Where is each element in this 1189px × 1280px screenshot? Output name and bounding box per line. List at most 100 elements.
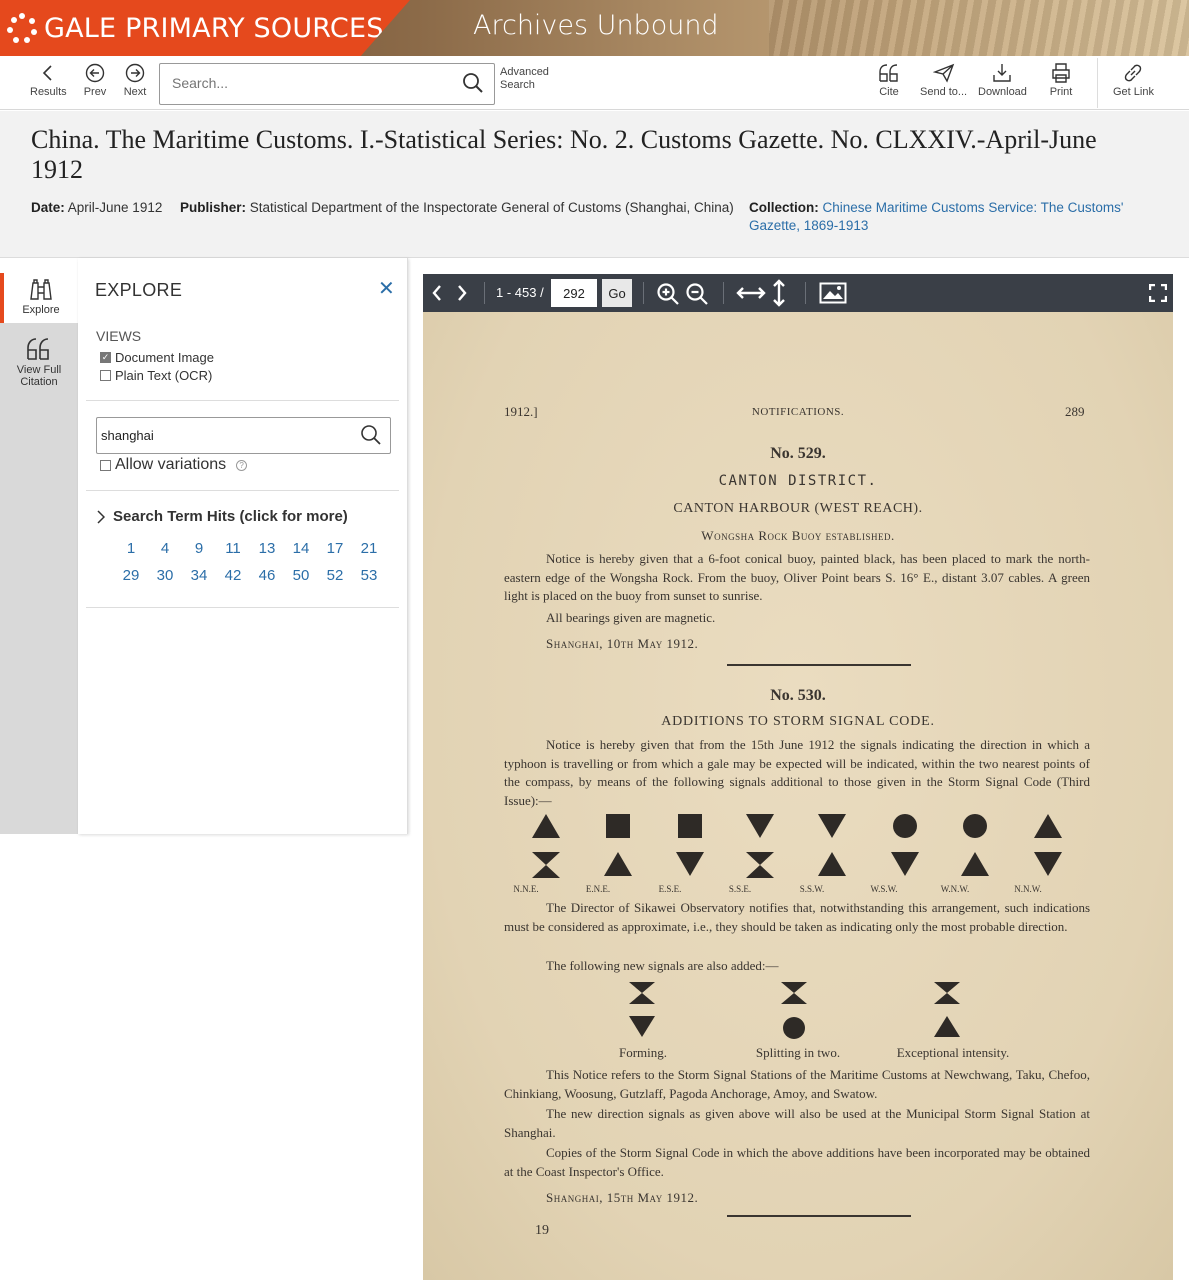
cite-label: Cite (879, 86, 899, 98)
hit-page-link[interactable]: 21 (352, 540, 386, 557)
fit-width-icon[interactable] (736, 286, 766, 300)
prev-label: Prev (83, 86, 107, 98)
next-label: Next (123, 86, 147, 98)
zoom-out-icon[interactable] (685, 282, 709, 306)
search-input[interactable] (172, 64, 462, 102)
gale-logo-icon (6, 12, 38, 44)
fit-height-icon[interactable] (772, 279, 786, 307)
signature-530: Shanghai, 15th May 1912. (546, 1190, 699, 1205)
binoculars-icon (28, 279, 54, 304)
advanced-search-link[interactable]: Advanced Search (500, 66, 549, 92)
new-signal-label: Exceptional intensity. (896, 1045, 1010, 1060)
page-header: NOTIFICATIONS. (751, 406, 845, 418)
send-to-label: Send to... (920, 86, 968, 98)
date-value: April-June 1912 (67, 200, 163, 215)
help-icon[interactable]: ? (236, 459, 248, 471)
rail-explore[interactable]: Explore (0, 273, 78, 323)
toolbar-divider (1097, 58, 1098, 108)
new-signal-label: Splitting in two. (755, 1045, 841, 1060)
page-number-input[interactable] (551, 279, 597, 307)
copies-paragraph: Copies of the Storm Signal Code in which… (504, 1145, 1090, 1179)
direction-label: S.S.E. (728, 884, 752, 894)
hit-page-link[interactable]: 11 (216, 540, 250, 557)
download-icon (989, 60, 1015, 86)
search-box (159, 63, 495, 105)
product-name[interactable]: Archives Unbound (473, 10, 719, 41)
views-label: VIEWS (96, 328, 142, 344)
chevron-left-icon[interactable] (431, 284, 443, 302)
hit-page-link[interactable]: 29 (114, 567, 148, 584)
new-signal-label: Forming. (618, 1045, 668, 1060)
hit-page-link[interactable]: 53 (352, 567, 386, 584)
divider (86, 607, 399, 608)
next-button[interactable]: Next (122, 60, 148, 98)
hit-page-link[interactable]: 1 (114, 540, 148, 557)
new-signals-figure (629, 982, 960, 1039)
download-button[interactable]: Download (978, 60, 1027, 98)
hit-page-link[interactable]: 42 (216, 567, 250, 584)
search-within-input[interactable] (101, 418, 351, 452)
zoom-in-icon[interactable] (656, 282, 680, 306)
section-rule (727, 1215, 911, 1217)
hit-page-link[interactable]: 34 (182, 567, 216, 584)
hit-page-link[interactable]: 4 (148, 540, 182, 557)
link-icon (1120, 60, 1146, 86)
view-document-image-option[interactable]: ✓ Document Image (100, 350, 214, 365)
collection-meta: Collection: Chinese Maritime Customs Ser… (749, 199, 1139, 235)
bearings-paragraph: All bearings given are magnetic. (546, 610, 716, 625)
document-page-image[interactable]: 1912.] NOTIFICATIONS. 289 No. 529. CANTO… (423, 312, 1173, 1280)
rail-view-citation[interactable]: View Full Citation (0, 337, 78, 388)
send-to-button[interactable]: Send to... (920, 60, 967, 98)
search-within-box (96, 417, 391, 454)
allow-variations-option[interactable]: Allow variations ? (100, 456, 248, 474)
get-link-button[interactable]: Get Link (1113, 60, 1154, 98)
divider (86, 400, 399, 401)
hit-page-link[interactable]: 50 (284, 567, 318, 584)
results-button[interactable]: Results (30, 60, 67, 98)
direction-label: N.N.E. (513, 884, 539, 894)
paper-plane-icon (931, 60, 957, 86)
hits-label: Search Term Hits (click for more) (113, 508, 348, 525)
go-button[interactable]: Go (602, 279, 632, 307)
viewer-divider (723, 282, 724, 304)
advanced-search-line2: Search (500, 79, 535, 91)
prev-button[interactable]: Prev (82, 60, 108, 98)
hit-page-link[interactable]: 17 (318, 540, 352, 557)
close-icon[interactable]: ✕ (378, 276, 395, 301)
search-icon[interactable] (462, 72, 484, 99)
observatory-paragraph: The Director of Sikawei Observatory noti… (504, 900, 1090, 934)
checkbox-icon[interactable] (100, 459, 111, 471)
hit-page-link[interactable]: 52 (318, 567, 352, 584)
hit-page-link[interactable]: 13 (250, 540, 284, 557)
page-number: 289 (1065, 404, 1085, 419)
view-document-label: Document Image (115, 350, 214, 365)
print-button[interactable]: Print (1048, 60, 1074, 98)
banner-background (769, 0, 1189, 56)
publisher-value: Statistical Department of the Inspectora… (249, 200, 734, 215)
image-icon[interactable] (819, 282, 847, 304)
date-label: Date: (31, 200, 65, 215)
fullscreen-icon[interactable] (1149, 284, 1167, 302)
hit-page-link[interactable]: 30 (148, 567, 182, 584)
quote-icon (26, 337, 52, 364)
cite-button[interactable]: Cite (876, 60, 902, 98)
date-meta: Date: April-June 1912 (31, 199, 162, 217)
document-header: China. The Maritime Customs. I.-Statisti… (0, 111, 1189, 258)
view-plain-text-option[interactable]: Plain Text (OCR) (100, 368, 212, 383)
search-term-hits-toggle[interactable]: Search Term Hits (click for more) (96, 508, 348, 525)
chevron-right-icon[interactable] (456, 284, 468, 302)
checkbox-icon[interactable] (100, 370, 111, 381)
search-icon[interactable] (360, 424, 382, 451)
hit-page-link[interactable]: 9 (182, 540, 216, 557)
document-title: China. The Maritime Customs. I.-Statisti… (31, 125, 1097, 184)
toolbar: Results Prev Next Advanced Search Cite S… (0, 56, 1189, 110)
notice-529-heading: No. 529. (770, 445, 826, 462)
left-rail: Explore View Full Citation (0, 273, 78, 834)
hit-page-link[interactable]: 14 (284, 540, 318, 557)
hit-page-link[interactable]: 46 (250, 567, 284, 584)
print-label: Print (1049, 86, 1073, 98)
allow-variations-label: Allow variations (115, 456, 227, 473)
results-label: Results (30, 86, 67, 98)
checkbox-checked-icon[interactable]: ✓ (100, 352, 111, 363)
brand-logo-link[interactable]: GALE PRIMARY SOURCES (0, 0, 410, 56)
